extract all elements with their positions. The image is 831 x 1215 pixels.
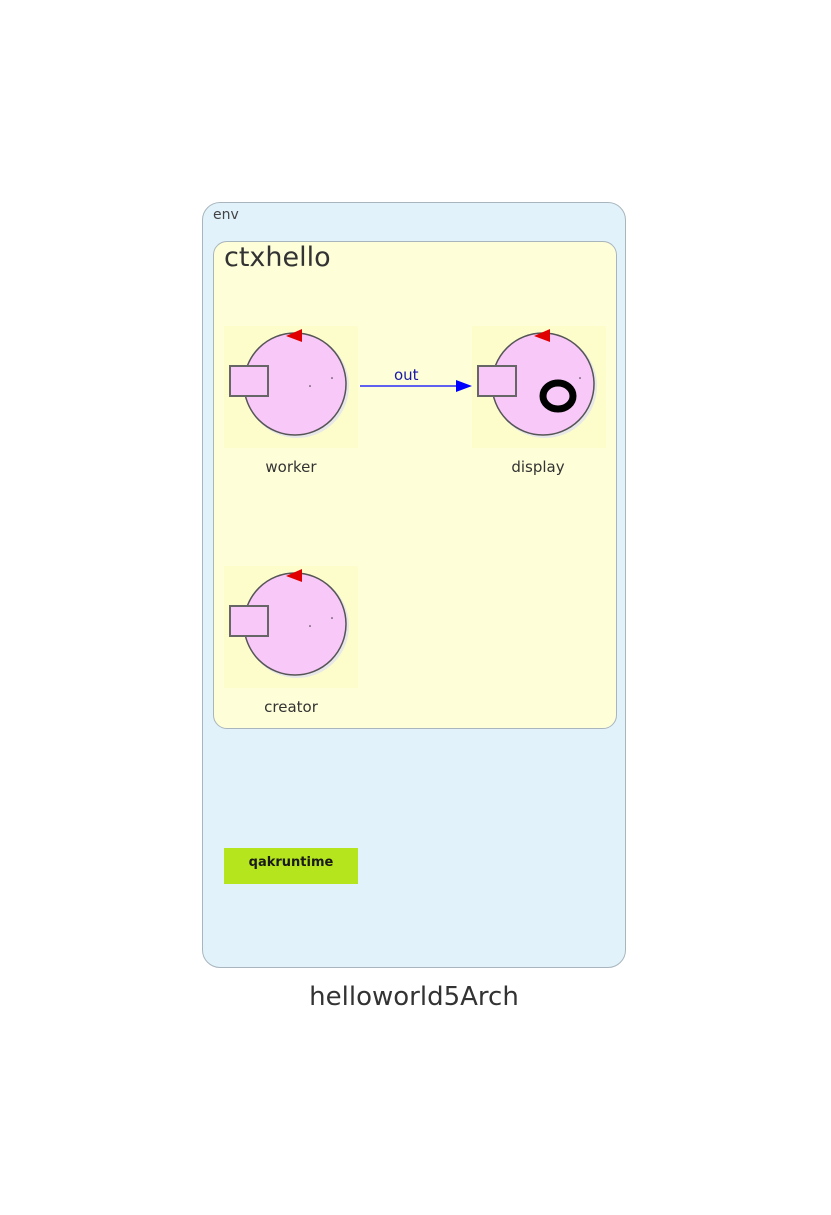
edge-out-label: out — [394, 366, 419, 384]
actor-display[interactable] — [472, 326, 606, 448]
context-label: ctxhello — [224, 242, 331, 273]
actor-worker[interactable] — [224, 326, 358, 448]
actor-icon — [224, 566, 358, 688]
actor-name-worker: worker — [265, 458, 317, 476]
actor-name-display: display — [511, 458, 565, 476]
env-label: env — [213, 207, 239, 223]
architecture-title: helloworld5Arch — [309, 982, 519, 1012]
actor-icon — [224, 326, 358, 448]
actor-name-creator: creator — [264, 698, 318, 716]
actor-icon — [472, 326, 606, 448]
actor-creator[interactable] — [224, 566, 358, 688]
qakruntime-block: qakruntime — [224, 848, 358, 884]
